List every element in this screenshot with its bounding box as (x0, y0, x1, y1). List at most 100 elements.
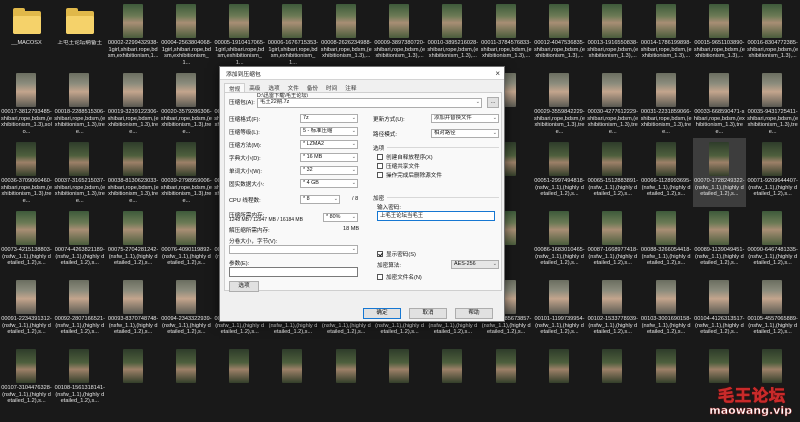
password-input[interactable]: 上毛王论坛当毛王 (377, 211, 495, 221)
file-item[interactable]: 00075-2704281242-(nsfw_1.1),(highly deta… (107, 207, 160, 276)
enc-method-select[interactable]: AES-256 ⌄ (451, 260, 499, 269)
file-item[interactable]: 00071-9209644407-(nsfw_1.1),(highly deta… (746, 138, 799, 207)
options-button[interactable]: 选项 (229, 281, 259, 292)
shared-checkbox[interactable]: 压缩共享文件 (377, 162, 420, 170)
params-input[interactable] (229, 267, 358, 277)
chevron-down-icon[interactable]: ⌄ (476, 99, 480, 106)
file-item[interactable]: 00104-4126313517-(nsfw_1.1),(highly deta… (693, 276, 746, 345)
dialog-tabs: 常规 高级 选项 文件 备份 时间 注释 (220, 80, 504, 93)
file-item[interactable]: 00039-2798959006-shibari,rope,bdsm,(exhi… (160, 138, 213, 207)
file-item[interactable]: 00017-3812793485-shibari,rope,bdsm,(exhi… (0, 69, 53, 138)
tab-options[interactable]: 选项 (264, 83, 283, 92)
help-button[interactable]: 帮助 (455, 308, 493, 319)
file-item[interactable] (480, 345, 533, 414)
file-item[interactable]: 00092-2807166521-(nsfw_1.1),(highly deta… (53, 276, 106, 345)
file-item[interactable]: 00014-1786199898-shibari,rope,bdsm,(exhi… (640, 0, 693, 69)
file-item[interactable] (160, 345, 213, 414)
file-item[interactable]: 00029-3559842229-shibari,rope,bdsm,(exhi… (533, 69, 586, 138)
file-item[interactable]: 00020-3579286306-shibari,rope,bdsm,(exhi… (160, 69, 213, 138)
file-item[interactable] (586, 345, 639, 414)
tab-time[interactable]: 时间 (322, 83, 341, 92)
file-item[interactable]: 00090-6467481335-(nsfw_1.1),(highly deta… (746, 207, 799, 276)
file-item[interactable]: 00016-8304772385-shibari,rope,bdsm,(exhi… (746, 0, 799, 69)
file-item[interactable]: 00105-4557065889-(nsfw_1.1),(highly deta… (746, 276, 799, 345)
show-password-checkbox[interactable]: 显示密码(S) (377, 250, 416, 258)
browse-button[interactable]: ... (487, 97, 499, 108)
file-item[interactable]: 00036-3709060460-shibari,rope,bdsm,(exhi… (0, 138, 53, 207)
delete-checkbox[interactable]: 操作完成后删除源文件 (377, 171, 442, 179)
file-item[interactable]: 00103-3001690158-(nsfw_1.1),(highly deta… (640, 276, 693, 345)
file-item[interactable]: 00030-4277612229-shibari,rope,bdsm,(exhi… (586, 69, 639, 138)
tab-general[interactable]: 常规 (224, 83, 246, 93)
archive-name-combo[interactable]: 毛王22期.7z ⌄ (257, 98, 482, 108)
file-item[interactable]: 00008-2626234988-shibari,rope,bdsm,(exhi… (320, 0, 373, 69)
tab-backup[interactable]: 备份 (303, 83, 322, 92)
file-item[interactable]: 00093-8370748748-(nsfw_1.1),(highly deta… (107, 276, 160, 345)
file-item[interactable]: 00009-3897380720-shibari,rope,bdsm,(exhi… (373, 0, 426, 69)
path-select[interactable]: 相对路径 ⌄ (431, 129, 499, 138)
method-select[interactable]: * LZMA2 ⌄ (300, 140, 358, 149)
split-select[interactable]: ⌄ (229, 245, 358, 254)
file-item[interactable]: 00094-2343322939-(nsfw_1.1),(highly deta… (160, 276, 213, 345)
file-item[interactable]: 00091-2234391312-(nsfw_1.1),(highly deta… (0, 276, 53, 345)
close-icon[interactable]: × (495, 69, 500, 78)
file-item[interactable]: 00010-3895216028-shibari,rope,bdsm,(exhi… (426, 0, 479, 69)
cancel-button[interactable]: 取消 (409, 308, 447, 319)
update-select[interactable]: 添加并替换文件 ⌄ (431, 114, 499, 123)
file-item[interactable]: 00015-9651103890-shibari,rope,bdsm,(exhi… (693, 0, 746, 69)
file-item[interactable]: 00066-1128993695-(nsfw_1.1),(highly deta… (640, 138, 693, 207)
file-item[interactable] (320, 345, 373, 414)
file-item[interactable]: 00107-3104476328-(nsfw_1.1),(highly deta… (0, 345, 53, 414)
file-item[interactable]: 00108-1561318141-(nsfw_1.1),(highly deta… (53, 345, 106, 414)
level-select[interactable]: 5 - 标准压缩 ⌄ (300, 127, 358, 136)
sfx-checkbox[interactable]: 创建自释放程序(X) (377, 153, 433, 161)
file-item[interactable]: 00035-9431725411-shibari,rope,bdsm,(exhi… (746, 69, 799, 138)
solid-select[interactable]: * 4 GB ⌄ (300, 179, 358, 188)
file-item[interactable]: 00005-1910417065-1girl,shibari.rope,bdsm… (213, 0, 266, 69)
cpu-select[interactable]: * 8 ⌄ (300, 195, 340, 204)
word-select[interactable]: * 32 ⌄ (300, 166, 358, 175)
file-item[interactable] (213, 345, 266, 414)
folder-item[interactable]: 上屯王论坛纳备王 (53, 0, 106, 69)
file-item[interactable]: 00074-4263821189-(nsfw_1.1),(highly deta… (53, 207, 106, 276)
file-item[interactable] (373, 345, 426, 414)
tab-comment[interactable]: 注释 (341, 83, 360, 92)
file-item[interactable]: 00037-3165215037-shibari,rope,bdsm,(exhi… (53, 138, 106, 207)
ok-button[interactable]: 确定 (363, 308, 401, 319)
file-item[interactable]: 00070-1728249322-(nsfw_1.1),(highly deta… (692, 138, 746, 207)
file-item[interactable]: 00031-2231859066-shibari,rope,bdsm,(exhi… (640, 69, 693, 138)
file-item[interactable]: 00033-668590471-shibari,rope,bdsm,(exhib… (693, 69, 746, 138)
file-item[interactable]: 00076-4090119892-(nsfw_1.1),(highly deta… (160, 207, 213, 276)
file-item[interactable]: 00087-1668977418-(nsfw_1.1),(highly deta… (586, 207, 639, 276)
file-item[interactable]: 00065-1512883891-(nsfw_1.1),(highly deta… (586, 138, 639, 207)
file-item[interactable]: 00011-3784576833-shibari,rope,bdsm,(exhi… (480, 0, 533, 69)
dict-select[interactable]: * 16 MB ⌄ (300, 153, 358, 162)
file-item[interactable]: 00089-1139049451-(nsfw_1.1),(highly deta… (693, 207, 746, 276)
file-item[interactable]: 00013-1916550838-shibari,rope,bdsm,(exhi… (586, 0, 639, 69)
file-item[interactable]: 00101-1199739954-(nsfw_1.1),(highly deta… (533, 276, 586, 345)
file-item[interactable]: 00019-3239122306-shibari,rope,bdsm,(exhi… (107, 69, 160, 138)
tab-files[interactable]: 文件 (284, 83, 303, 92)
file-item[interactable]: 00018-2288515306-shibari,rope,bdsm,(exhi… (53, 69, 106, 138)
file-item[interactable]: 00004-2563804068-1girl,shibari.rope,bdsm… (160, 0, 213, 69)
file-item[interactable]: 00088-3266054418-(nsfw_1.1),(highly deta… (640, 207, 693, 276)
file-item[interactable]: 00002-2299432938-1girl,shibari.rope,bdsm… (107, 0, 160, 69)
file-item[interactable]: 00051-2997494818-(nsfw_1.1),(highly deta… (533, 138, 586, 207)
folder-item[interactable]: __MACOSX (0, 0, 53, 69)
format-select[interactable]: 7z ⌄ (300, 114, 358, 123)
file-item[interactable] (640, 345, 693, 414)
file-item[interactable] (266, 345, 319, 414)
file-item[interactable]: 00012-4047536835-shibari,rope,bdsm,(exhi… (533, 0, 586, 69)
dialog-titlebar[interactable]: 添加到压缩包 × (220, 67, 504, 80)
file-item[interactable] (426, 345, 479, 414)
file-item[interactable]: 00006-1676715353-1girl,shibari.rope,bdsm… (266, 0, 319, 69)
enc-names-checkbox[interactable]: 加密文件名(N) (377, 273, 422, 281)
file-item[interactable]: 00073-4215138803-(nsfw_1.1),(highly deta… (0, 207, 53, 276)
file-item[interactable] (107, 345, 160, 414)
file-item[interactable]: 00086-1683010465-(nsfw_1.1),(highly deta… (533, 207, 586, 276)
mem-percent-select[interactable]: * 80% ⌄ (323, 213, 358, 222)
tab-advanced[interactable]: 高级 (245, 83, 264, 92)
file-item[interactable]: 00102-1533778939-(nsfw_1.1),(highly deta… (586, 276, 639, 345)
file-item[interactable] (533, 345, 586, 414)
file-item[interactable]: 00038-8130623033-shibari,rope,bdsm,(exhi… (107, 138, 160, 207)
